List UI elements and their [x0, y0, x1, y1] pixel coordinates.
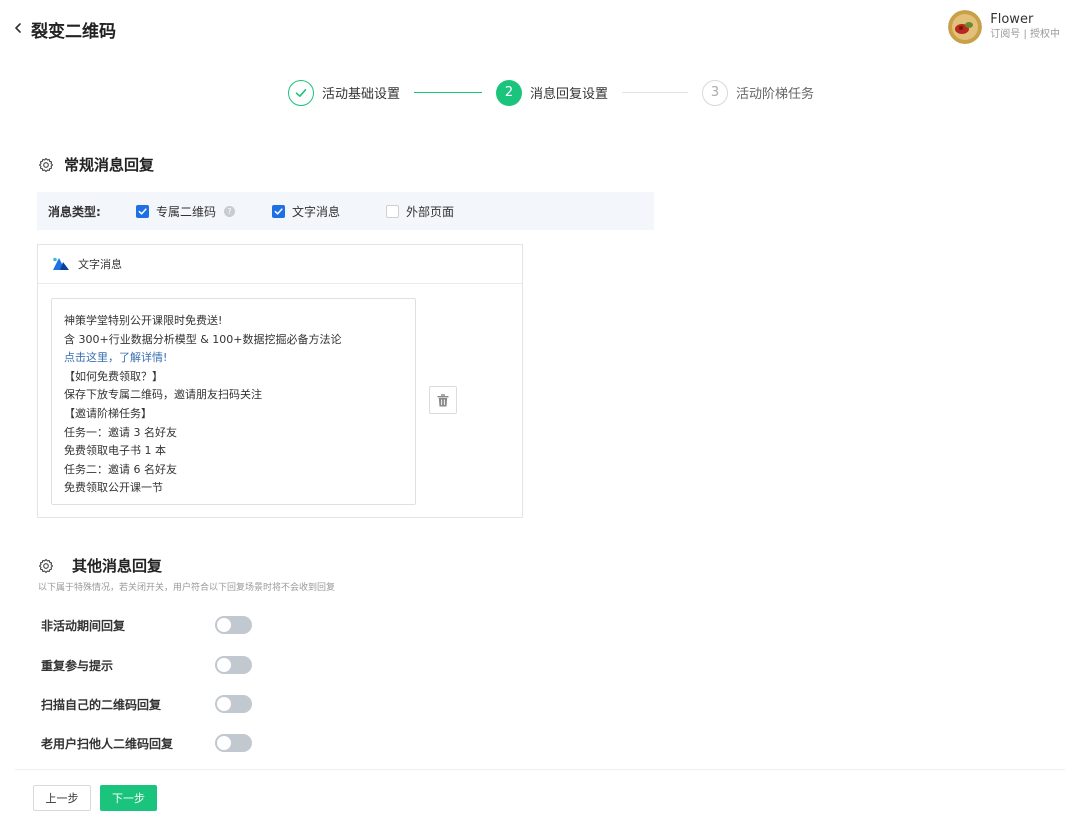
section-title: 其他消息回复	[72, 557, 163, 575]
step-1[interactable]: 活动基础设置	[288, 79, 401, 106]
toggle-row-old-user-scan: 老用户扫他人二维码回复	[41, 734, 252, 752]
message-line: 含 300+行业数据分析模型 & 100+数据挖掘必备方法论	[64, 332, 342, 346]
section-title: 常规消息回复	[64, 156, 155, 174]
trash-icon	[437, 393, 449, 406]
regular-reply-header: 常规消息回复	[38, 154, 154, 175]
own-qrcode-toggle[interactable]	[215, 695, 252, 713]
back-button[interactable]	[12, 17, 24, 39]
check-icon	[288, 79, 314, 106]
avatar	[948, 10, 983, 44]
step-2[interactable]: 2 消息回复设置	[496, 79, 609, 106]
step-connector	[622, 92, 689, 93]
message-line: 【邀请阶梯任务】	[64, 406, 152, 420]
inactive-period-toggle[interactable]	[215, 616, 252, 634]
step-2-label: 消息回复设置	[530, 87, 609, 102]
message-line: 任务二：邀请 6 名好友	[64, 462, 177, 476]
message-line: 任务一：邀请 3 名好友	[64, 425, 177, 439]
step-1-label: 活动基础设置	[322, 87, 401, 102]
checkbox-checked-icon[interactable]	[272, 204, 286, 218]
toggle-label: 重复参与提示	[41, 658, 114, 673]
toggle-row-inactive-period: 非活动期间回复	[41, 616, 252, 634]
checkbox-checked-icon[interactable]	[136, 204, 149, 218]
toggle-label: 扫描自己的二维码回复	[41, 697, 162, 712]
message-type-label: 消息类型:	[48, 204, 101, 219]
prev-step-button[interactable]: 上一步	[33, 785, 91, 811]
page-title: 裂变二维码	[31, 22, 116, 42]
card-title: 文字消息	[78, 258, 122, 271]
step-2-number: 2	[496, 79, 523, 106]
other-reply-header: 其他消息回复	[38, 555, 162, 576]
help-icon[interactable]: ?	[224, 205, 236, 217]
message-line: 保存下放专属二维码，邀请朋友扫码关注	[64, 388, 262, 402]
delete-button[interactable]	[429, 386, 457, 414]
option-external-page[interactable]: 外部页面	[386, 203, 454, 220]
step-indicator: 活动基础设置 2 消息回复设置 3 活动阶梯任务	[288, 79, 814, 106]
account-status: 订阅号 | 授权中	[990, 29, 1060, 40]
other-reply-description: 以下属于特殊情况，若关闭开关，用户符合以下回复场景时将不会收到回复	[38, 583, 336, 593]
step-3-label: 活动阶梯任务	[736, 87, 815, 102]
option-text-message-label: 文字消息	[292, 204, 341, 219]
message-line: 免费领取公开课一节	[64, 481, 163, 495]
next-step-button[interactable]: 下一步	[100, 785, 157, 811]
footer-divider	[15, 769, 1065, 770]
chevron-left-icon	[15, 23, 21, 33]
step-connector	[414, 92, 483, 93]
option-qrcode-label: 专属二维码	[156, 204, 217, 219]
repeat-participation-toggle[interactable]	[215, 656, 252, 674]
toggle-label: 非活动期间回复	[41, 618, 126, 633]
text-message-icon	[53, 257, 69, 270]
option-text-message[interactable]: 文字消息	[272, 203, 340, 220]
gear-icon	[38, 157, 54, 172]
toggle-row-own-qrcode: 扫描自己的二维码回复	[41, 695, 252, 713]
toggle-row-repeat-participation: 重复参与提示	[41, 656, 252, 674]
old-user-scan-toggle[interactable]	[215, 734, 252, 752]
option-qrcode[interactable]: 专属二维码 ?	[136, 203, 236, 220]
option-external-page-label: 外部页面	[406, 204, 455, 219]
message-type-bar: 消息类型: 专属二维码 ? 文字消息 外部页面	[37, 192, 654, 230]
account-name: Flower	[990, 12, 1034, 27]
gear-icon	[38, 558, 54, 573]
message-line: 【如何免费领取？】	[64, 369, 163, 383]
card-header: 文字消息	[38, 245, 522, 284]
toggle-label: 老用户扫他人二维码回复	[41, 736, 174, 751]
details-link[interactable]: 点击这里，了解详情!	[64, 349, 403, 368]
step-3-number: 3	[702, 79, 729, 106]
page-header: 裂变二维码 Flower 订阅号 | 授权中	[0, 0, 1080, 60]
account-switcher[interactable]: Flower 订阅号 | 授权中	[948, 10, 1060, 44]
message-line: 免费领取电子书 1 本	[64, 444, 166, 458]
message-line: 神策学堂特别公开课限时免费送!	[64, 314, 223, 327]
text-message-card: 文字消息 神策学堂特别公开课限时免费送! 含 300+行业数据分析模型 & 10…	[37, 244, 523, 518]
message-content-box[interactable]: 神策学堂特别公开课限时免费送! 含 300+行业数据分析模型 & 100+数据挖…	[51, 298, 416, 505]
checkbox-unchecked-icon[interactable]	[386, 204, 400, 218]
step-3[interactable]: 3 活动阶梯任务	[702, 79, 815, 106]
